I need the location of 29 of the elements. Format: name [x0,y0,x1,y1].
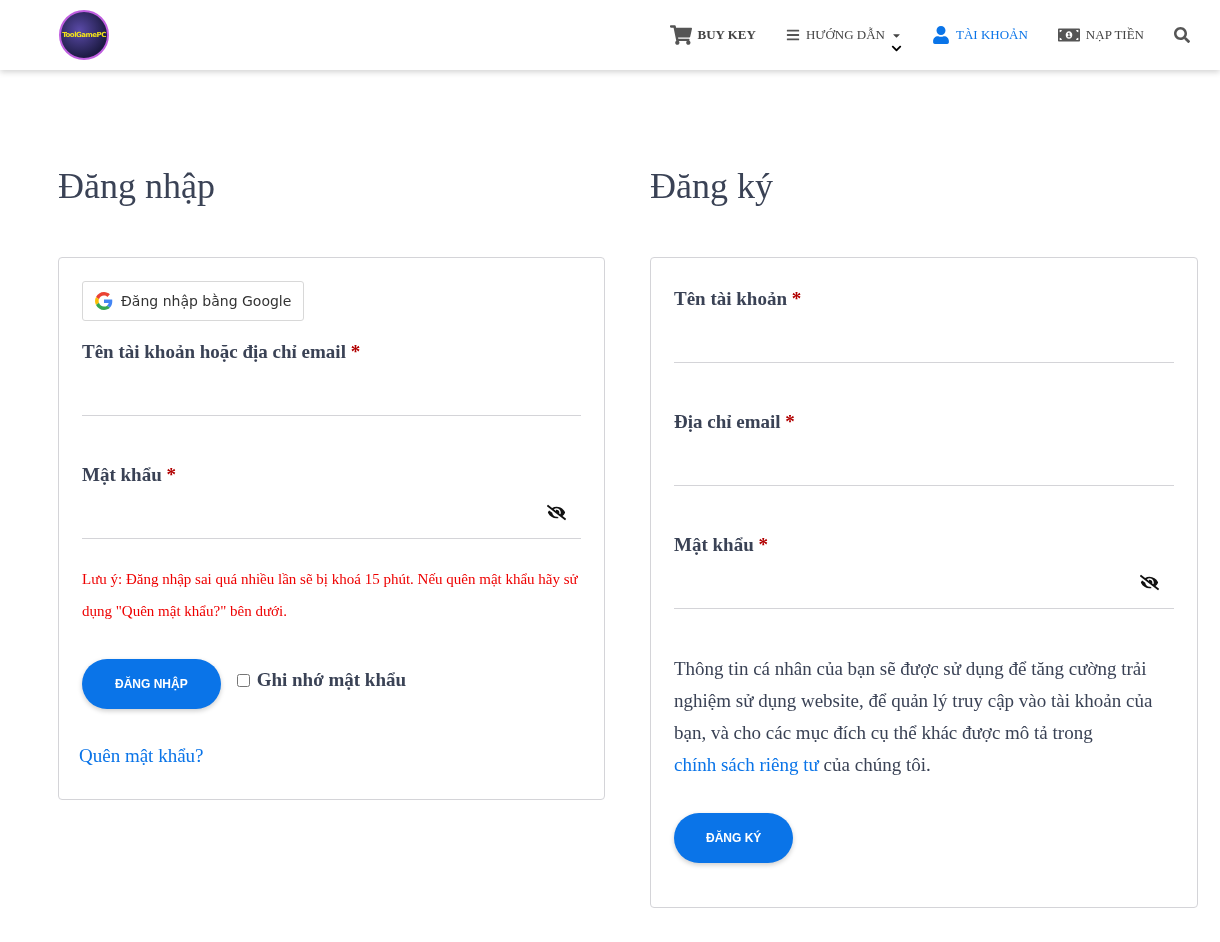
eye-slash-icon[interactable] [1140,572,1159,592]
nav-link[interactable]: BUY KEY [669,24,756,46]
page-heading: Đăng nhập [58,165,216,207]
nav-link[interactable]: NẠP TIỀN [1057,24,1144,46]
privacy-text: Thông tin cá nhân của bạn sẽ được sử dụng để tăng cường trải nghiệm sử dụng website, để quản lý truy cập vào tài khoản của bạn, và cho các mục đích cụ thể khác được mô tả trong chính sách riêng tư của chúng tôi. [674,657,1154,777]
remember-checkbox[interactable] [236,673,250,687]
field-label: Mật khẩu * [82,464,177,486]
menu-icon [785,28,800,42]
chevron-icon [891,43,902,54]
page-heading: Đăng ký [650,165,774,207]
forgot-password-link[interactable]: Quên mật khẩu? [79,745,204,767]
checkbox-label: Ghi nhớ mật khẩu [256,669,407,691]
privacy-policy-link[interactable]: chính sách riêng tư [674,754,819,775]
eye-slash-icon[interactable] [547,502,566,522]
user-icon [932,26,950,44]
search-icon [1174,27,1190,43]
login-button[interactable]: ĐĂNG NHẬP [82,659,221,709]
google-login-button[interactable]: Đăng nhập bằng Google [82,281,305,321]
nav-link[interactable]: HƯỚNG DẪN [785,27,902,43]
field-label: Địa chỉ email * [674,411,796,433]
cart-icon [669,24,692,46]
nav-link[interactable]: TÀI KHOẢN [932,26,1028,44]
field-label: Tên tài khoản hoặc địa chỉ email * [82,341,362,363]
field-label: Mật khẩu * [674,534,769,556]
field-label: Tên tài khoản * [674,288,803,310]
google-icon [95,292,113,310]
warning-note: Lưu ý: Đăng nhập sai quá nhiều lần sẽ bị khoá 15 phút. Nếu quên mật khẩu hãy sử dụng "Quên mật khẩu?" bên dưới. [82,570,579,621]
search-button[interactable] [1174,27,1190,43]
register-button[interactable]: ĐĂNG KÝ [674,813,794,863]
